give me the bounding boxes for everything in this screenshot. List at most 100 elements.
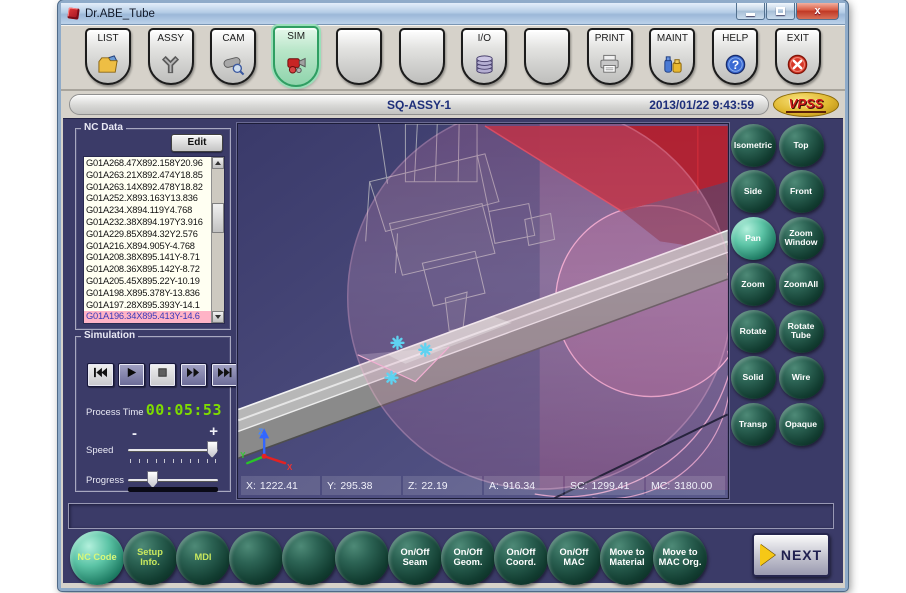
- toolbar-tab-empty[interactable]: [524, 28, 570, 85]
- stop-button[interactable]: [149, 363, 176, 387]
- bottom-button-on-off-seam[interactable]: On/Off Seam: [388, 531, 442, 585]
- next-button[interactable]: NEXT: [752, 533, 830, 577]
- view-button-wire[interactable]: Wire: [779, 356, 824, 399]
- nc-list-scrollbar[interactable]: [211, 157, 224, 323]
- nc-code-line[interactable]: G01A208.36X895.142Y-8.72: [84, 264, 211, 276]
- view-button-isometric[interactable]: Isometric: [731, 124, 776, 167]
- toolbar-tabs: LIST ASSY CAM SIM I/O PRINT MAINT HELP? EXIT: [61, 25, 845, 91]
- toolbar-tab-cam[interactable]: CAM: [210, 28, 256, 85]
- speed-label: Speed: [86, 445, 113, 456]
- tick-mark: [173, 459, 174, 463]
- toolbar-tab-help[interactable]: HELP?: [712, 28, 758, 85]
- toolbar-tab-assy[interactable]: ASSY: [148, 28, 194, 85]
- nc-code-line[interactable]: G01A229.85X894.32Y2.576: [84, 229, 211, 241]
- progress-slider-thumb[interactable]: [147, 471, 158, 488]
- bottom-button-mdi[interactable]: MDI: [176, 531, 230, 585]
- toolbar-tab-list[interactable]: LIST: [85, 28, 131, 85]
- nc-code-line[interactable]: G01A232.38X894.197Y3.916: [84, 217, 211, 229]
- view-button-zoom[interactable]: Zoom: [731, 263, 776, 306]
- maximize-icon: [776, 7, 785, 15]
- scroll-up-button[interactable]: [212, 157, 224, 169]
- to-start-button[interactable]: [87, 363, 114, 387]
- toolbar-tab-exit[interactable]: EXIT: [775, 28, 821, 85]
- nc-code-list[interactable]: G01A268.47X892.158Y20.96G01A263.21X892.4…: [84, 157, 211, 323]
- tick-mark: [190, 459, 191, 463]
- coord-value: 22.19: [421, 480, 447, 492]
- toolbar-tab-label: SIM: [287, 31, 305, 44]
- view-button-side[interactable]: Side: [731, 170, 776, 213]
- nc-data-panel: NC Data Edit G01A268.47X892.158Y20.96G01…: [75, 128, 231, 330]
- nc-code-line[interactable]: G01A208.38X895.141Y-8.71: [84, 252, 211, 264]
- to-end-button[interactable]: [211, 363, 238, 387]
- scrollbar-track[interactable]: [212, 169, 224, 311]
- nc-code-line[interactable]: G01A252.X893.163Y13.836: [84, 193, 211, 205]
- nc-code-line[interactable]: G01A263.14X892.478Y18.82: [84, 182, 211, 194]
- speed-slider-track[interactable]: [128, 449, 218, 452]
- nc-code-line[interactable]: G01A198.X895.378Y-13.836: [84, 288, 211, 300]
- bottom-buttons: NC CodeSetup Info.MDI On/Off SeamOn/Off G…: [70, 531, 706, 585]
- view-button-opaque[interactable]: Opaque: [779, 403, 824, 446]
- coord-label: Z:: [408, 480, 417, 492]
- titlebar[interactable]: Dr.ABE_Tube x: [61, 3, 845, 25]
- progress-slider-track[interactable]: [128, 479, 218, 482]
- bottom-button-on-off-coord[interactable]: On/Off Coord.: [494, 531, 548, 585]
- bottom-button-empty: [282, 531, 336, 585]
- toolbar-tab-i-o[interactable]: I/O: [461, 28, 507, 85]
- message-bar: [68, 503, 834, 529]
- bottom-button-setup-info[interactable]: Setup Info.: [123, 531, 177, 585]
- svg-text:Z: Z: [258, 427, 263, 436]
- speed-slider-thumb[interactable]: [207, 441, 218, 458]
- edit-button[interactable]: Edit: [171, 134, 223, 152]
- speed-plus-label[interactable]: +: [209, 424, 218, 439]
- viewport-3d[interactable]: Z Y X X:1222.41Y:295.38Z:22.19A:916.34SC…: [237, 123, 729, 499]
- progress-label: Progress: [86, 475, 124, 486]
- play-icon: [124, 366, 139, 384]
- minimize-button[interactable]: [736, 3, 765, 20]
- view-button-top[interactable]: Top: [779, 124, 824, 167]
- nc-code-line[interactable]: G01A196.34X895.413Y-14.6: [84, 311, 211, 323]
- scroll-down-button[interactable]: [212, 311, 224, 323]
- view-button-pan[interactable]: Pan: [731, 217, 776, 260]
- scrollbar-thumb[interactable]: [212, 203, 224, 233]
- view-button-zoom-window[interactable]: Zoom Window: [779, 217, 824, 260]
- view-button-zoomall[interactable]: ZoomAll: [779, 263, 824, 306]
- nc-code-line[interactable]: G01A197.28X895.393Y-14.1: [84, 300, 211, 312]
- tick-mark: [147, 459, 148, 463]
- bottom-button-on-off-geom[interactable]: On/Off Geom.: [441, 531, 495, 585]
- bottom-button-on-off-mac[interactable]: On/Off MAC: [547, 531, 601, 585]
- nc-code-line[interactable]: G01A205.45X895.22Y-10.19: [84, 276, 211, 288]
- nc-code-line[interactable]: G01A234.X894.119Y4.768: [84, 205, 211, 217]
- close-button[interactable]: x: [796, 3, 839, 20]
- toolbar-tab-print[interactable]: PRINT: [587, 28, 633, 85]
- toolbar-tab-label: CAM: [222, 33, 244, 46]
- toolbar-tab-maint[interactable]: MAINT: [649, 28, 695, 85]
- nc-code-line[interactable]: G01A216.X894.905Y-4.768: [84, 241, 211, 253]
- bottom-button-move-to-material[interactable]: Move to Material: [600, 531, 654, 585]
- view-button-transp[interactable]: Transp: [731, 403, 776, 446]
- nc-code-line[interactable]: G01A268.47X892.158Y20.96: [84, 158, 211, 170]
- exit-icon: [786, 46, 809, 83]
- toolbar-tab-empty[interactable]: [399, 28, 445, 85]
- close-icon: x: [814, 6, 820, 17]
- toolbar-tab-sim[interactable]: SIM: [273, 26, 319, 87]
- coord-label: SC:: [570, 480, 588, 492]
- toolbar-tab-label: MAINT: [657, 33, 688, 46]
- bottom-button-nc-code[interactable]: NC Code: [70, 531, 124, 585]
- view-button-rotate[interactable]: Rotate: [731, 310, 776, 353]
- window-content: LISTASSYCAMSIMI/OPRINTMAINTHELP?EXIT SQ-…: [61, 25, 845, 588]
- maximize-button[interactable]: [766, 3, 795, 20]
- bottom-button-empty: [229, 531, 283, 585]
- toolbar-tab-empty[interactable]: [336, 28, 382, 85]
- cylinder-front-face: [348, 124, 728, 489]
- tick-mark: [215, 459, 216, 463]
- arrow-down-icon: [215, 315, 221, 319]
- play-button[interactable]: [118, 363, 145, 387]
- nc-code-line[interactable]: G01A263.21X892.474Y18.85: [84, 170, 211, 182]
- view-button-solid[interactable]: Solid: [731, 356, 776, 399]
- view-button-rotate-tube[interactable]: Rotate Tube: [779, 310, 824, 353]
- bottom-button-move-to-mac-org[interactable]: Move to MAC Org.: [653, 531, 707, 585]
- fast-forward-button[interactable]: [180, 363, 207, 387]
- speed-minus-label[interactable]: -: [132, 426, 137, 441]
- tick-mark: [130, 459, 131, 463]
- view-button-front[interactable]: Front: [779, 170, 824, 213]
